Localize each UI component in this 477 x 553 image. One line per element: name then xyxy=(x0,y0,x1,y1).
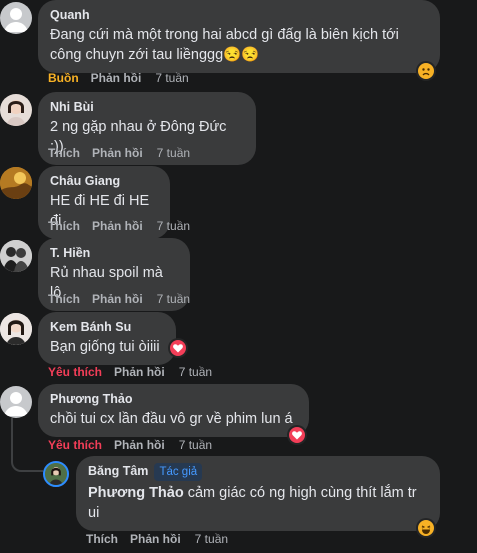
timestamp[interactable]: 7 tuần xyxy=(195,531,228,547)
timestamp[interactable]: 7 tuần xyxy=(157,291,190,307)
like-link[interactable]: Thích xyxy=(48,218,80,234)
avatar[interactable] xyxy=(0,2,32,34)
like-link[interactable]: Thích xyxy=(48,291,80,307)
reaction-label[interactable]: Buồn xyxy=(48,70,79,86)
avatar[interactable] xyxy=(0,240,32,272)
comment-bubble: Kem Bánh Su Bạn giống tui òiiii xyxy=(38,312,176,365)
love-reaction-icon[interactable] xyxy=(287,425,307,445)
author-badge: Tác giả xyxy=(154,463,203,481)
reply-link[interactable]: Phản hồi xyxy=(130,531,181,547)
comment-actions: Thích Phản hồi 7 tuần xyxy=(86,531,240,547)
comment-text: Đang cứi mà một trong hai abcd gì đấg là… xyxy=(50,27,399,63)
comment-author[interactable]: Châu Giang xyxy=(50,173,158,189)
avatar[interactable] xyxy=(0,313,32,345)
comment-author[interactable]: T. Hiền xyxy=(50,245,178,261)
avatar[interactable] xyxy=(0,94,32,126)
like-link[interactable]: Thích xyxy=(48,145,80,161)
reply-link[interactable]: Phản hồi xyxy=(92,291,143,307)
reply-author-name[interactable]: Băng Tâm xyxy=(88,464,148,478)
reply-link[interactable]: Phản hồi xyxy=(114,364,165,380)
reply-link[interactable]: Phản hồi xyxy=(92,218,143,234)
comment-text: Bạn giống tui òiiii xyxy=(50,339,160,355)
comment-author[interactable]: Phương Thảo xyxy=(50,391,297,407)
comment-author[interactable]: Kem Bánh Su xyxy=(50,319,164,335)
comment-bubble: Phương Thảo chồi tui cx lần đầu vô gr về… xyxy=(38,384,309,437)
comment-actions: Buồn Phản hồi 7 tuần xyxy=(48,70,201,86)
comment-actions: Thích Phản hồi 7 tuần xyxy=(48,145,202,161)
comment-author[interactable]: Nhi Bùi xyxy=(50,99,244,115)
reply-link[interactable]: Phản hồi xyxy=(91,70,142,86)
timestamp[interactable]: 7 tuần xyxy=(155,70,188,86)
reaction-label[interactable]: Yêu thích xyxy=(48,437,102,453)
reply-link[interactable]: Phản hồi xyxy=(114,437,165,453)
reaction-label[interactable]: Yêu thích xyxy=(48,364,102,380)
avatar[interactable] xyxy=(0,386,32,418)
mention-link[interactable]: Phương Thảo xyxy=(88,485,184,501)
thread-connector xyxy=(11,418,43,472)
timestamp[interactable]: 7 tuần xyxy=(157,218,190,234)
comment-bubble: Quanh Đang cứi mà một trong hai abcd gì … xyxy=(38,0,440,73)
comment-bubble: Băng Tâm Tác giả Phương Thảo cảm giác có … xyxy=(76,456,440,531)
timestamp[interactable]: 7 tuần xyxy=(179,437,212,453)
love-reaction-icon[interactable] xyxy=(168,338,188,358)
avatar[interactable] xyxy=(0,167,32,199)
comment-actions: Thích Phản hồi 7 tuần xyxy=(48,291,202,307)
sad-reaction-icon[interactable] xyxy=(416,61,436,81)
comment-text: chồi tui cx lần đầu vô gr về phim lun á xyxy=(50,411,293,427)
comment-author[interactable]: Quanh xyxy=(50,7,428,23)
timestamp[interactable]: 7 tuần xyxy=(179,364,212,380)
haha-reaction-icon[interactable] xyxy=(416,518,436,538)
like-link[interactable]: Thích xyxy=(86,531,118,547)
comment-actions: Thích Phản hồi 7 tuần xyxy=(48,218,202,234)
avatar[interactable] xyxy=(43,461,69,487)
comment-actions: Yêu thích Phản hồi 7 tuần xyxy=(48,437,224,453)
comment-actions: Yêu thích Phản hồi 7 tuần xyxy=(48,364,224,380)
comment-text: Phương Thảo cảm giác có ng high cùng thí… xyxy=(88,483,428,523)
comment-author: Băng Tâm Tác giả xyxy=(88,463,428,481)
reply-link[interactable]: Phản hồi xyxy=(92,145,143,161)
timestamp[interactable]: 7 tuần xyxy=(157,145,190,161)
